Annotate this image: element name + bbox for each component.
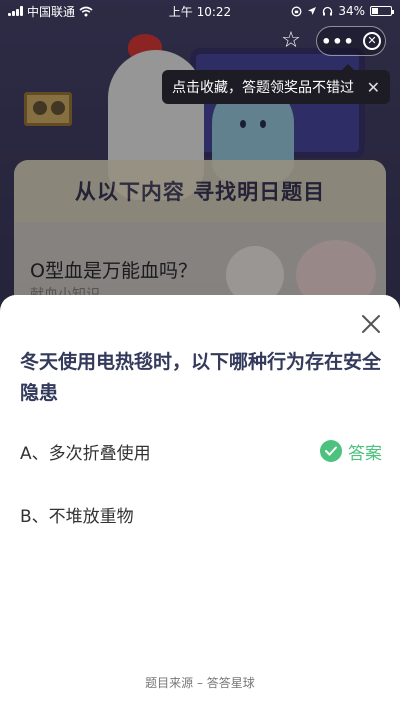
answer-label: 答案 [348,443,382,464]
option-label: B、不堆放重物 [20,506,134,527]
close-icon[interactable] [360,313,382,335]
battery-icon [370,6,394,16]
check-icon [320,440,342,462]
favorite-tooltip: 点击收藏，答题领奖品不错过 ✕ [162,64,390,104]
option-a[interactable]: A、多次折叠使用 答案 [20,435,382,467]
carrier-label: 中国联通 [27,4,76,19]
mini-program-capsule: ☆ ••• ✕ [276,26,386,56]
wifi-icon [79,6,93,16]
tooltip-close-icon[interactable]: ✕ [367,78,380,97]
signal-icon [8,6,23,16]
capsule-group: ••• ✕ [316,26,386,56]
status-bar: 中国联通 上午 10:22 34% [0,0,400,22]
status-left: 中国联通 [8,3,158,20]
source-credit: 题目来源 – 答答星球 [145,676,255,690]
more-dots-icon[interactable]: ••• [321,32,355,51]
star-outline-icon[interactable]: ☆ [276,26,306,56]
answer-sheet: 冬天使用电热毯时，以下哪种行为存在安全隐患 A、多次折叠使用 答案 B、不堆放重… [0,295,400,711]
option-label: A、多次折叠使用 [20,443,151,464]
orientation-lock-icon [291,6,302,16]
question-text: 冬天使用电热毯时，以下哪种行为存在安全隐患 [20,351,382,404]
answer-badge: 答案 [320,439,382,464]
status-right: 34% [242,4,394,18]
close-circle-icon[interactable]: ✕ [362,32,381,50]
battery-percent: 34% [338,4,365,18]
headphones-icon [323,6,333,15]
location-arrow-icon [308,7,317,15]
status-time: 上午 10:22 [168,4,232,19]
tooltip-text: 点击收藏，答题领奖品不错过 [172,80,354,96]
option-b[interactable]: B、不堆放重物 [20,498,382,530]
